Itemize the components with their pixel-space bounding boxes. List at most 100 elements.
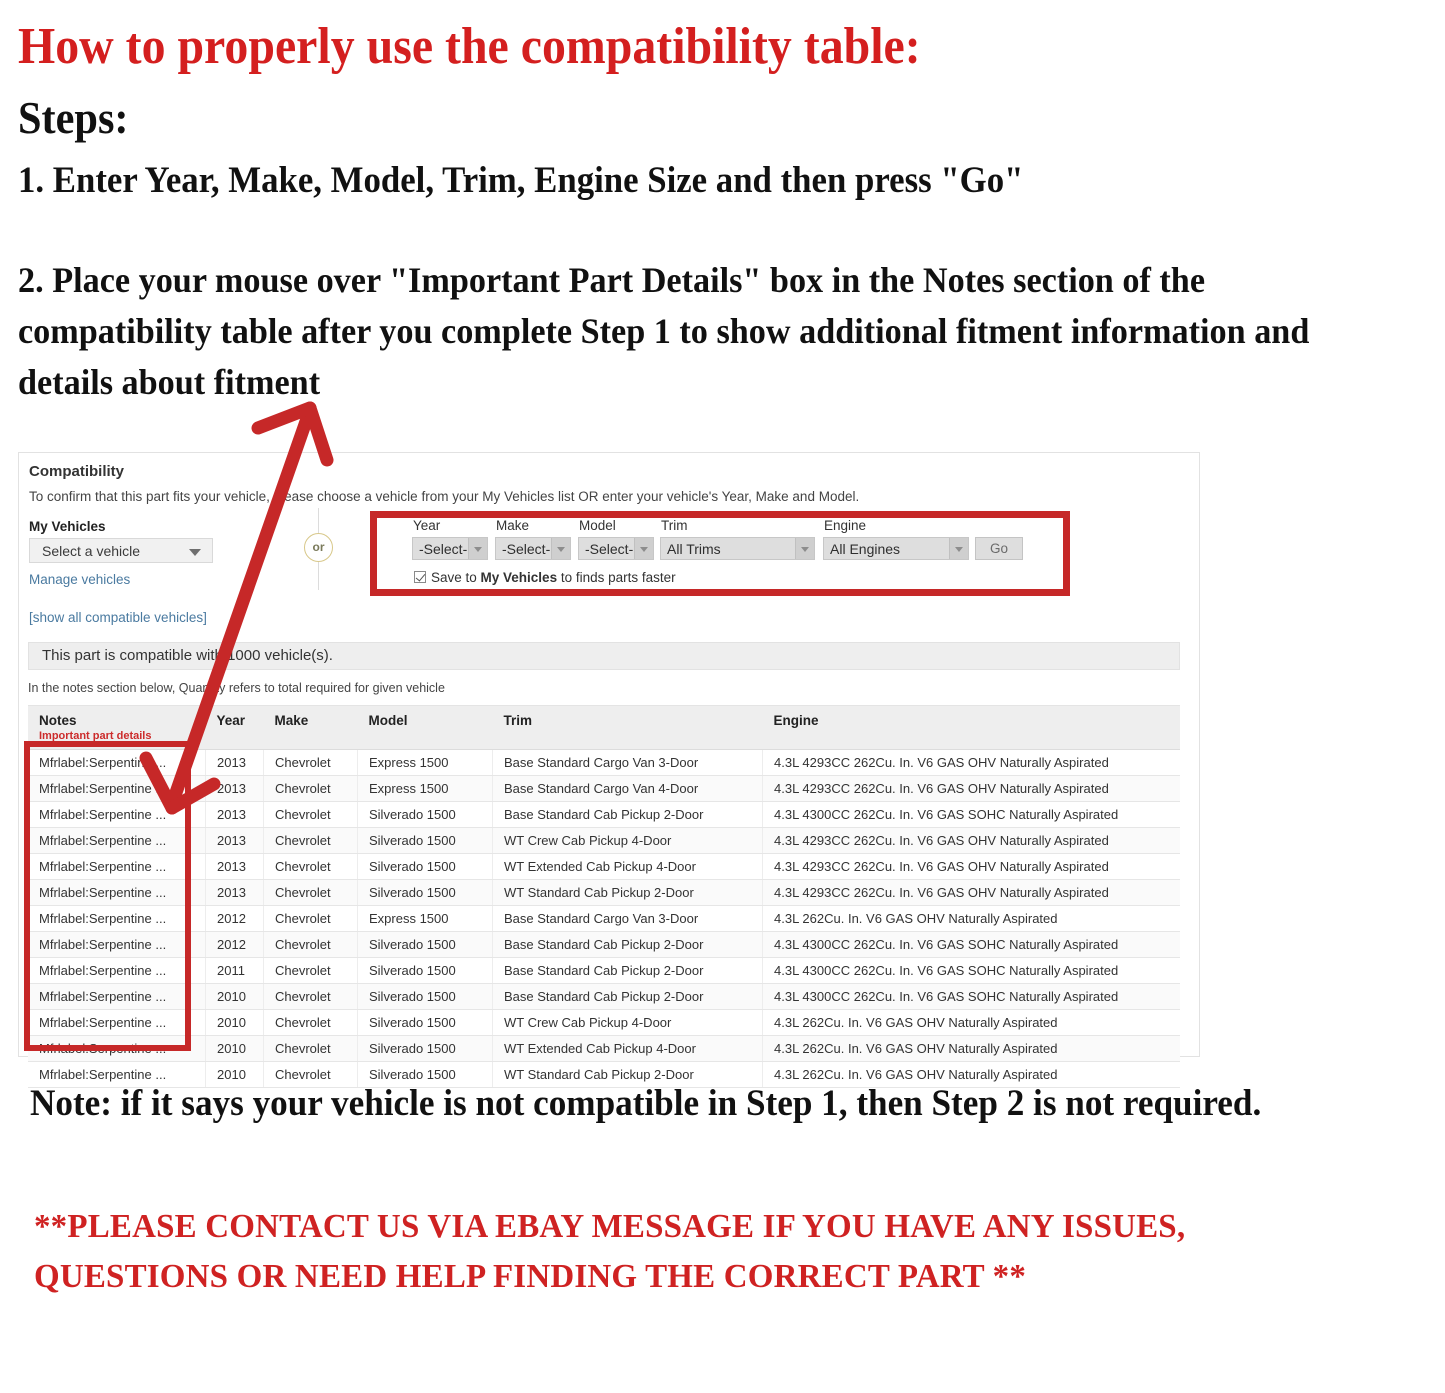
cell-model: Silverado 1500: [357, 1035, 493, 1062]
cell-notes: Mfrlabel:Serpentine ...: [28, 957, 206, 984]
table-row[interactable]: Mfrlabel:Serpentine ... 2010 Chevrolet Silv…: [28, 1009, 1180, 1036]
cell-notes: Mfrlabel:Serpentine ...: [28, 879, 206, 906]
cell-year: 2010: [205, 983, 264, 1010]
cell-engine: 4.3L 4293CC 262Cu. In. V6 GAS OHV Natura…: [762, 749, 1180, 776]
save-suffix: to finds parts faster: [557, 570, 676, 585]
cell-notes: Mfrlabel:Serpentine ...: [28, 983, 206, 1010]
cell-engine: 4.3L 4293CC 262Cu. In. V6 GAS OHV Natura…: [762, 853, 1180, 880]
cell-trim: WT Extended Cab Pickup 4-Door: [492, 853, 763, 880]
cell-make: Chevrolet: [263, 853, 358, 880]
cell-notes: Mfrlabel:Serpentine ...: [28, 931, 206, 958]
cell-year: 2013: [205, 879, 264, 906]
cell-engine: 4.3L 4300CC 262Cu. In. V6 GAS SOHC Natur…: [762, 801, 1180, 828]
cell-engine: 4.3L 4300CC 262Cu. In. V6 GAS SOHC Natur…: [762, 957, 1180, 984]
cell-trim: Base Standard Cargo Van 3-Door: [492, 905, 763, 932]
cell-model: Express 1500: [357, 905, 493, 932]
cell-year: 2013: [205, 853, 264, 880]
table-row[interactable]: Mfrlabel:Serpentine ... 2010 Chevrolet Silv…: [28, 983, 1180, 1010]
cell-model: Silverado 1500: [357, 983, 493, 1010]
cell-make: Chevrolet: [263, 983, 358, 1010]
make-value: -Select-: [502, 541, 551, 557]
column-header-engine[interactable]: Engine: [762, 705, 1180, 750]
cell-year: 2012: [205, 905, 264, 932]
cell-trim: Base Standard Cargo Van 4-Door: [492, 775, 763, 802]
save-to-my-vehicles-row[interactable]: Save to My Vehicles to finds parts faste…: [414, 570, 676, 588]
cell-make: Chevrolet: [263, 1009, 358, 1036]
cell-notes: Mfrlabel:Serpentine ...: [28, 1009, 206, 1036]
table-row[interactable]: Mfrlabel:Serpentine ... 2011 Chevrolet Silv…: [28, 957, 1180, 984]
table-row[interactable]: Mfrlabel:Serpentine ... 2013 Chevrolet Silv…: [28, 879, 1180, 906]
cell-engine: 4.3L 262Cu. In. V6 GAS OHV Naturally Asp…: [762, 905, 1180, 932]
cell-model: Silverado 1500: [357, 957, 493, 984]
cell-trim: Base Standard Cab Pickup 2-Door: [492, 983, 763, 1010]
trim-value: All Trims: [667, 541, 721, 557]
chevron-down-icon: [949, 538, 968, 559]
go-button[interactable]: Go: [975, 537, 1023, 560]
table-row[interactable]: Mfrlabel:Serpentine ... 2012 Chevrolet Expr…: [28, 905, 1180, 932]
cell-notes: Mfrlabel:Serpentine ...: [28, 853, 206, 880]
year-label: Year: [413, 518, 441, 533]
chevron-down-icon: [795, 538, 814, 559]
model-select[interactable]: -Select-: [578, 537, 654, 560]
cell-trim: Base Standard Cab Pickup 2-Door: [492, 931, 763, 958]
cell-trim: WT Crew Cab Pickup 4-Door: [492, 1009, 763, 1036]
cell-trim: Base Standard Cab Pickup 2-Door: [492, 957, 763, 984]
go-button-label: Go: [989, 541, 1008, 556]
cell-trim: WT Standard Cab Pickup 2-Door: [492, 879, 763, 906]
cell-notes: Mfrlabel:Serpentine ...: [28, 1035, 206, 1062]
cell-year: 2010: [205, 1009, 264, 1036]
cell-model: Silverado 1500: [357, 931, 493, 958]
trim-select[interactable]: All Trims: [660, 537, 815, 560]
cell-engine: 4.3L 262Cu. In. V6 GAS OHV Naturally Asp…: [762, 1009, 1180, 1036]
checkbox-checked-icon[interactable]: [414, 571, 426, 583]
steps-label: Steps:: [18, 92, 129, 143]
cell-engine: 4.3L 4300CC 262Cu. In. V6 GAS SOHC Natur…: [762, 983, 1180, 1010]
engine-value: All Engines: [830, 541, 901, 557]
page-title: How to properly use the compatibility ta…: [18, 18, 921, 75]
engine-label: Engine: [824, 518, 867, 533]
cell-trim: WT Crew Cab Pickup 4-Door: [492, 827, 763, 854]
table-row[interactable]: Mfrlabel:Serpentine ... 2012 Chevrolet Silv…: [28, 931, 1180, 958]
chevron-down-icon: [468, 538, 487, 559]
chevron-down-icon: [634, 538, 653, 559]
cell-make: Chevrolet: [263, 905, 358, 932]
engine-select[interactable]: All Engines: [823, 537, 969, 560]
note-text: Note: if it says your vehicle is not com…: [30, 1083, 1262, 1124]
cell-engine: 4.3L 4293CC 262Cu. In. V6 GAS OHV Natura…: [762, 879, 1180, 906]
cell-year: 2010: [205, 1035, 264, 1062]
cell-year: 2011: [205, 957, 264, 984]
cell-trim: Base Standard Cargo Van 3-Door: [492, 749, 763, 776]
save-bold: My Vehicles: [480, 570, 558, 585]
chevron-down-icon: [551, 538, 570, 559]
vehicle-finder-form: Year -Select- Make -Select- Model -Selec…: [390, 518, 1050, 590]
year-select[interactable]: -Select-: [412, 537, 488, 560]
step-1-text: 1. Enter Year, Make, Model, Trim, Engine…: [18, 160, 1024, 201]
year-value: -Select-: [419, 541, 468, 557]
cell-year: 2012: [205, 931, 264, 958]
column-header-trim[interactable]: Trim: [492, 705, 763, 750]
cell-trim: Base Standard Cab Pickup 2-Door: [492, 801, 763, 828]
contact-text: **PLEASE CONTACT US VIA EBAY MESSAGE IF …: [34, 1208, 1186, 1295]
cell-model: Silverado 1500: [357, 853, 493, 880]
cell-make: Chevrolet: [263, 931, 358, 958]
cell-engine: 4.3L 4300CC 262Cu. In. V6 GAS SOHC Natur…: [762, 931, 1180, 958]
table-row[interactable]: Mfrlabel:Serpentine ... 2013 Chevrolet Silv…: [28, 853, 1180, 880]
cell-model: Silverado 1500: [357, 879, 493, 906]
cell-make: Chevrolet: [263, 1035, 358, 1062]
cell-engine: 4.3L 4293CC 262Cu. In. V6 GAS OHV Natura…: [762, 827, 1180, 854]
cell-notes: Mfrlabel:Serpentine ...: [28, 905, 206, 932]
table-row[interactable]: Mfrlabel:Serpentine ... 2010 Chevrolet Silv…: [28, 1035, 1180, 1062]
save-prefix: Save to: [431, 570, 481, 585]
model-label: Model: [579, 518, 616, 533]
cell-engine: 4.3L 4293CC 262Cu. In. V6 GAS OHV Natura…: [762, 775, 1180, 802]
trim-label: Trim: [661, 518, 688, 533]
model-value: -Select-: [585, 541, 634, 557]
cell-engine: 4.3L 262Cu. In. V6 GAS OHV Naturally Asp…: [762, 1035, 1180, 1062]
make-select[interactable]: -Select-: [495, 537, 571, 560]
cell-trim: WT Extended Cab Pickup 4-Door: [492, 1035, 763, 1062]
cell-make: Chevrolet: [263, 957, 358, 984]
make-label: Make: [496, 518, 530, 533]
annotation-arrow: [139, 401, 334, 815]
cell-model: Silverado 1500: [357, 1009, 493, 1036]
cell-make: Chevrolet: [263, 879, 358, 906]
